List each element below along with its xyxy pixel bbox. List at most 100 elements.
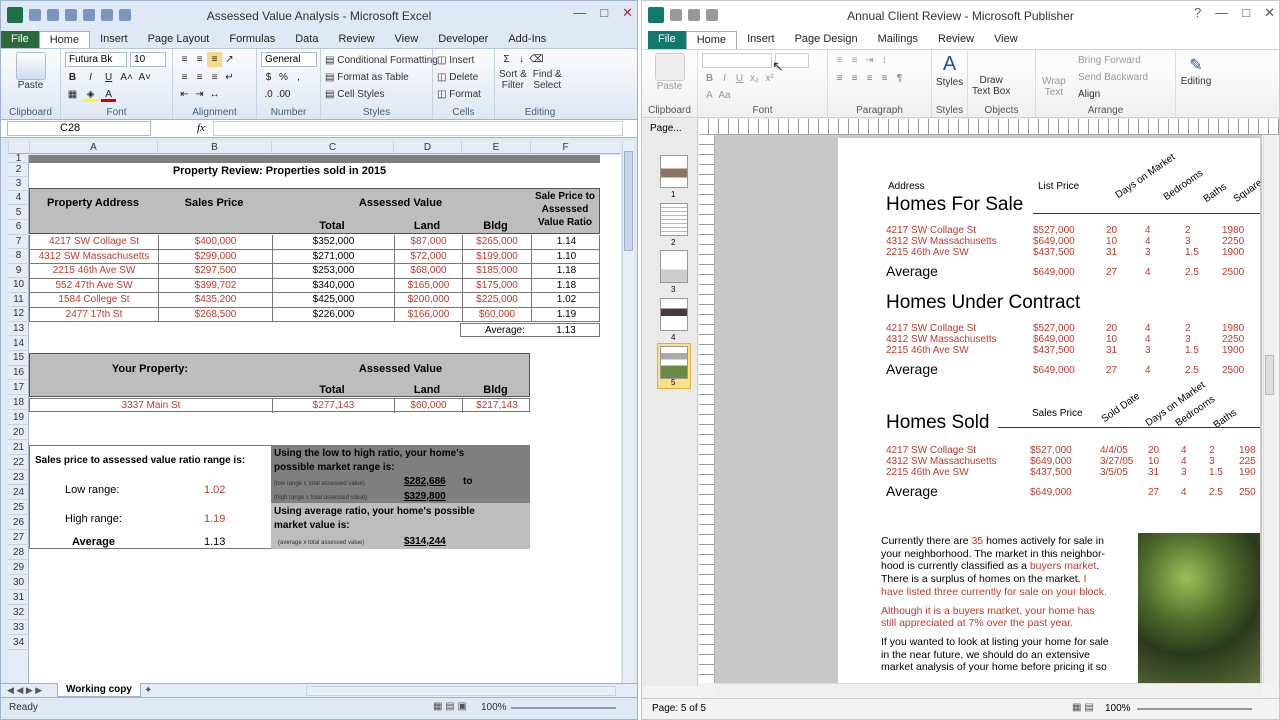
page-thumbnail-2[interactable] bbox=[660, 203, 688, 236]
cell-ratio[interactable]: 1.19 bbox=[531, 307, 601, 322]
row-header[interactable]: 2 bbox=[8, 163, 29, 177]
row-header[interactable]: 32 bbox=[8, 605, 29, 620]
excel-scroll-thumb[interactable] bbox=[624, 151, 633, 251]
tab-insert[interactable]: Insert bbox=[90, 31, 138, 48]
sheet-tab-working-copy[interactable]: Working copy bbox=[57, 683, 141, 697]
italic-icon[interactable]: I bbox=[83, 70, 98, 85]
row-header[interactable]: 34 bbox=[8, 635, 29, 650]
horizontal-ruler[interactable] bbox=[699, 119, 1279, 135]
cell-bldg[interactable]: $175,000 bbox=[462, 278, 531, 293]
align-center-icon[interactable]: ≡ bbox=[192, 70, 207, 85]
row-header[interactable]: 24 bbox=[8, 485, 29, 500]
align-right-icon[interactable]: ≡ bbox=[862, 71, 877, 86]
tab-developer[interactable]: Developer bbox=[428, 31, 498, 48]
cell-price[interactable]: $399,702 bbox=[158, 278, 272, 293]
tab-view[interactable]: View bbox=[385, 31, 429, 48]
tab-view[interactable]: View bbox=[984, 31, 1028, 49]
pub-view-icons[interactable]: ▦ ▤ bbox=[1072, 702, 1094, 713]
cell-land[interactable]: $166,000 bbox=[394, 307, 462, 322]
align-bottom-icon[interactable]: ≡ bbox=[207, 52, 222, 67]
tab-file[interactable]: File bbox=[648, 31, 686, 49]
row-header[interactable]: 5 bbox=[8, 205, 29, 220]
send-backward-button[interactable]: Send Backward bbox=[1078, 69, 1148, 86]
draw-text-box-button[interactable]: Draw Text Box bbox=[972, 75, 1010, 97]
bring-forward-button[interactable]: Bring Forward bbox=[1078, 52, 1148, 69]
help-icon[interactable]: ? bbox=[1194, 5, 1201, 21]
editing-button[interactable]: Editing bbox=[1181, 76, 1212, 87]
tree-photo[interactable] bbox=[1138, 533, 1260, 683]
page-thumbnail-4[interactable] bbox=[660, 298, 688, 331]
font-name-select[interactable]: Futura Bk bbox=[65, 52, 127, 67]
tab-home[interactable]: Home bbox=[685, 31, 738, 49]
borders-icon[interactable]: ▦ bbox=[65, 87, 80, 102]
font-color-icon[interactable]: A bbox=[702, 88, 717, 103]
close-icon[interactable]: ✕ bbox=[1264, 5, 1275, 21]
cell-price[interactable]: $268,500 bbox=[158, 307, 272, 322]
cell-price[interactable]: $400,000 bbox=[158, 235, 272, 249]
formula-input[interactable] bbox=[213, 121, 623, 136]
insert-cells-button[interactable]: ◫ Insert bbox=[437, 52, 490, 69]
cell-bldg[interactable]: $185,000 bbox=[462, 264, 531, 278]
cell-addr[interactable]: 552 47th Ave SW bbox=[30, 279, 158, 293]
cell-price[interactable]: $435,200 bbox=[158, 293, 272, 307]
tab-page-layout[interactable]: Page Layout bbox=[138, 31, 220, 48]
find-select-button[interactable]: Find & Select bbox=[533, 69, 562, 91]
excel-zoom-slider[interactable] bbox=[511, 707, 616, 709]
pilcrow-icon[interactable]: ¶ bbox=[892, 71, 907, 86]
paste-button[interactable]: Paste bbox=[646, 81, 693, 92]
row-header[interactable]: 16 bbox=[8, 366, 29, 380]
row-header[interactable]: 31 bbox=[8, 590, 29, 605]
align-center-icon[interactable]: ≡ bbox=[847, 71, 862, 86]
cell-price[interactable]: $299,000 bbox=[158, 249, 272, 264]
justify-icon[interactable]: ≡ bbox=[877, 71, 892, 86]
row-header[interactable]: 22 bbox=[8, 455, 29, 470]
page-thumbnail-3[interactable] bbox=[660, 250, 688, 283]
cell-total[interactable]: $352,000 bbox=[272, 235, 394, 249]
row-header[interactable]: 15 bbox=[8, 351, 29, 366]
row-header[interactable]: 26 bbox=[8, 515, 29, 530]
row-header[interactable]: 28 bbox=[8, 545, 29, 560]
tab-home[interactable]: Home bbox=[38, 31, 91, 48]
align-left-icon[interactable]: ≡ bbox=[832, 71, 847, 86]
grow-font-icon[interactable]: A˄ bbox=[119, 70, 134, 85]
tab-formulas[interactable]: Formulas bbox=[219, 31, 285, 48]
cell-total[interactable]: $340,000 bbox=[272, 278, 394, 293]
close-icon[interactable]: ✕ bbox=[622, 5, 633, 21]
row-header[interactable]: 7 bbox=[8, 235, 29, 249]
tab-review[interactable]: Review bbox=[928, 31, 984, 49]
increase-indent-icon[interactable]: ⇥ bbox=[192, 87, 207, 102]
page-thumbnail-1[interactable] bbox=[660, 155, 688, 188]
row-header[interactable]: 23 bbox=[8, 470, 29, 485]
cell-total[interactable]: $425,000 bbox=[272, 293, 394, 307]
cell-price[interactable]: $297,500 bbox=[158, 264, 272, 278]
cell-ratio[interactable]: 1.02 bbox=[531, 293, 601, 307]
page-indicator[interactable]: Page: 5 of 5 bbox=[652, 703, 706, 714]
excel-vertical-scrollbar[interactable] bbox=[622, 141, 634, 683]
row-header[interactable]: 30 bbox=[8, 575, 29, 590]
row-header[interactable]: 6 bbox=[8, 220, 29, 235]
column-header-f[interactable]: F bbox=[530, 141, 600, 154]
row-header[interactable]: 4 bbox=[8, 191, 29, 205]
row-header[interactable]: 29 bbox=[8, 560, 29, 575]
cell-land[interactable]: $68,000 bbox=[394, 264, 462, 278]
publisher-scroll-thumb[interactable] bbox=[1265, 355, 1274, 395]
styles-icon[interactable]: A bbox=[936, 53, 963, 76]
column-header-e[interactable]: E bbox=[461, 141, 530, 154]
shrink-font-icon[interactable]: A˅ bbox=[137, 70, 152, 85]
cell-total[interactable]: $253,000 bbox=[272, 264, 394, 278]
column-header-a[interactable]: A bbox=[29, 141, 157, 154]
vertical-ruler[interactable] bbox=[699, 135, 715, 683]
row-header[interactable]: 27 bbox=[8, 530, 29, 545]
publisher-zoom-slider[interactable] bbox=[1137, 708, 1252, 710]
underline-icon[interactable]: U bbox=[101, 70, 116, 85]
wrap-text-button[interactable]: Wrap Text bbox=[1042, 76, 1066, 98]
row-header[interactable]: 21 bbox=[8, 440, 29, 455]
maximize-icon[interactable]: □ bbox=[1242, 5, 1250, 21]
row-header[interactable]: 20 bbox=[8, 425, 29, 440]
conditional-formatting-button[interactable]: ▤ Conditional Formatting bbox=[325, 52, 438, 69]
clear-icon[interactable]: ⌫ bbox=[529, 52, 544, 67]
styles-button[interactable]: Styles bbox=[936, 77, 963, 88]
autosum-icon[interactable]: Σ bbox=[499, 52, 514, 67]
bold-icon[interactable]: B bbox=[65, 70, 80, 85]
cell-ratio[interactable]: 1.18 bbox=[531, 278, 601, 293]
